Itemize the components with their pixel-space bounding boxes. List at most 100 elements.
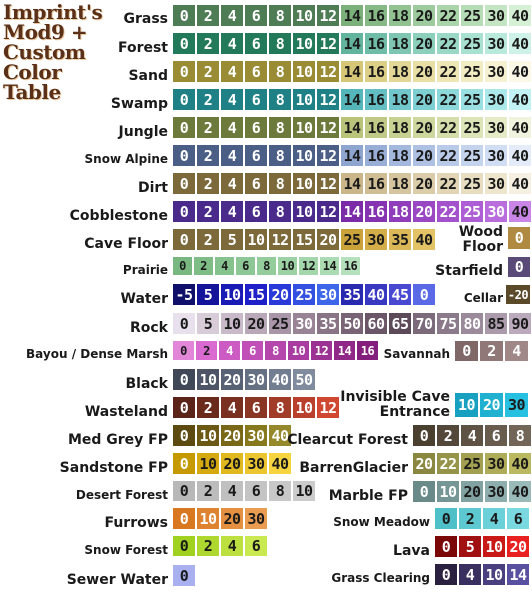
color-swatch: 30	[484, 116, 508, 139]
color-swatch: 0	[172, 116, 196, 139]
color-swatch: 2	[479, 340, 504, 362]
color-swatch: 6	[244, 32, 268, 55]
color-swatch: 40	[508, 200, 532, 223]
color-swatch: 0	[172, 452, 196, 475]
color-swatch: 8	[508, 424, 532, 447]
color-swatch: 18	[388, 88, 412, 111]
dirt-swatch-row: 0 2 4 6 8 10 12 14 16 18 20 22 25 30 40	[172, 172, 532, 195]
color-swatch: 2	[196, 200, 220, 223]
color-swatch: 6	[506, 507, 530, 530]
color-swatch: 30	[244, 507, 268, 530]
snow-alpine-label: Snow Alpine	[84, 152, 168, 166]
color-swatch: 10	[196, 507, 220, 530]
color-swatch: 10	[292, 4, 316, 27]
sewer-water-label: Sewer Water	[66, 572, 168, 588]
cobblestone-label: Cobblestone	[69, 208, 168, 224]
prairie-swatch-row: 0 2 4 6 8 10 12 14 16	[172, 256, 361, 276]
color-swatch: 30	[244, 424, 268, 447]
color-swatch: 20	[412, 32, 436, 55]
color-swatch: 20	[220, 424, 244, 447]
color-swatch: 2	[196, 396, 220, 419]
color-swatch: 10	[482, 563, 506, 586]
marble-fp-swatch-row: 0 10 20 30 40	[412, 480, 532, 503]
sandstone-fp-label: Sandstone FP	[59, 460, 168, 476]
color-swatch: 25	[460, 144, 484, 167]
color-swatch: 12	[316, 32, 340, 55]
color-swatch: 0	[507, 226, 531, 250]
color-swatch: 14	[340, 32, 364, 55]
color-swatch: 30	[484, 4, 508, 27]
color-swatch: 20	[220, 368, 244, 391]
color-swatch: 18	[388, 172, 412, 195]
color-swatch: 16	[364, 172, 388, 195]
sewer-water-swatch-row: 0	[172, 564, 196, 587]
color-swatch: 14	[506, 563, 530, 586]
color-swatch: 18	[388, 60, 412, 83]
dirt-label: Dirt	[137, 180, 168, 196]
color-swatch: 20	[220, 452, 244, 475]
color-swatch: 12	[316, 200, 340, 223]
color-swatch: 12	[316, 4, 340, 27]
color-swatch: 8	[264, 340, 287, 361]
color-swatch: 14	[340, 172, 364, 195]
color-swatch: 20	[412, 452, 436, 475]
color-swatch: 12	[316, 116, 340, 139]
page-title: Imprint's Mod9 + Custom Color Table	[3, 0, 103, 104]
color-swatch: 30	[364, 228, 388, 251]
color-swatch: 6	[244, 116, 268, 139]
wood-floor-label: Wood Floor	[458, 224, 503, 255]
color-swatch: 4	[220, 60, 244, 83]
color-swatch: 20	[412, 88, 436, 111]
color-swatch: 6	[241, 340, 264, 361]
color-swatch: 0	[412, 480, 436, 503]
marble-fp-label: Marble FP	[328, 488, 408, 504]
rock-label: Rock	[129, 320, 168, 336]
color-swatch: 6	[244, 172, 268, 195]
color-swatch: 30	[504, 392, 529, 418]
color-swatch: 5	[196, 312, 220, 335]
color-swatch: 14	[340, 4, 364, 27]
color-swatch: 10	[287, 340, 310, 361]
color-swatch: 4	[504, 340, 529, 362]
color-swatch: 20	[412, 200, 436, 223]
color-swatch: 0	[172, 535, 196, 557]
color-swatch: 4	[220, 32, 244, 55]
color-swatch: 30	[484, 480, 508, 503]
bayou-dense-marsh-swatch-row: 0 2 4 6 8 10 12 14 16	[172, 340, 379, 361]
color-swatch: 30	[484, 144, 508, 167]
color-swatch: 20	[479, 392, 504, 418]
color-swatch: 12	[316, 144, 340, 167]
color-swatch: 50	[292, 368, 316, 391]
color-swatch: 6	[244, 535, 268, 557]
color-swatch: 8	[268, 144, 292, 167]
color-swatch: 16	[356, 340, 379, 361]
color-swatch: 16	[364, 116, 388, 139]
color-swatch: 40	[508, 480, 532, 503]
color-swatch: 16	[364, 4, 388, 27]
color-swatch: 0	[172, 172, 196, 195]
color-swatch: 0	[172, 312, 196, 335]
grass-clearing-swatch-row: 0 4 10 14	[434, 563, 530, 586]
color-swatch: 0	[172, 564, 196, 587]
color-swatch: 2	[458, 507, 482, 530]
color-swatch: 8	[268, 60, 292, 83]
color-swatch: 6	[244, 4, 268, 27]
color-swatch: 25	[460, 172, 484, 195]
color-swatch: 40	[268, 368, 292, 391]
color-swatch: 4	[220, 396, 244, 419]
color-swatch: 20	[316, 228, 340, 251]
furrows-label: Furrows	[104, 515, 168, 531]
color-swatch: 4	[460, 424, 484, 447]
savannah-swatch-row: 024	[454, 340, 529, 362]
color-swatch: 14	[340, 144, 364, 167]
color-swatch: 0	[412, 283, 436, 306]
color-swatch: 4	[482, 507, 506, 530]
color-swatch: 90	[508, 312, 532, 335]
color-swatch: 8	[268, 88, 292, 111]
color-swatch: 0	[507, 256, 531, 278]
color-swatch: 6	[235, 256, 256, 276]
color-swatch: 30	[292, 312, 316, 335]
color-swatch: 12	[268, 228, 292, 251]
color-swatch: 2	[196, 88, 220, 111]
snow-meadow-label: Snow Meadow	[333, 515, 430, 529]
